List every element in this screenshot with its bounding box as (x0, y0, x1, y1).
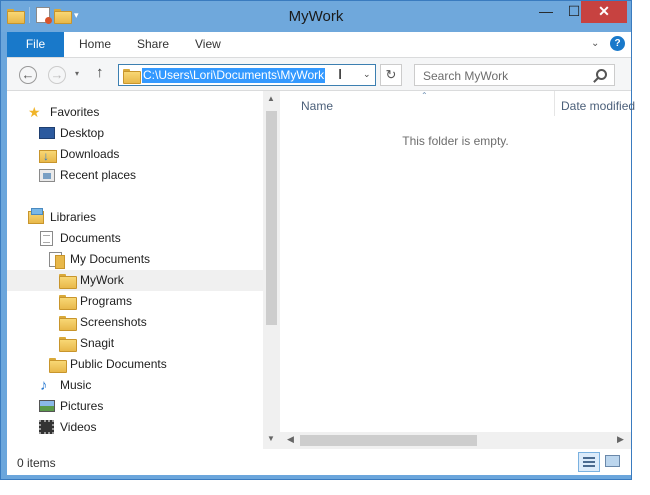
pictures-icon (39, 400, 55, 412)
sort-ascending-icon: ⌃ (421, 91, 428, 100)
folder-icon (59, 274, 77, 289)
column-header-date-modified[interactable]: Date modified (561, 99, 635, 113)
tree-item-libraries[interactable]: Libraries (7, 207, 263, 228)
tree-item-label: Public Documents (70, 357, 167, 371)
scrollbar-thumb[interactable] (300, 435, 477, 446)
minimize-button[interactable]: — (532, 1, 560, 23)
large-icons-view-button[interactable] (604, 453, 620, 469)
tab-home[interactable]: Home (79, 32, 111, 57)
recent-locations-chevron-icon[interactable]: ▾ (75, 69, 79, 78)
tree-item-music[interactable]: ♪ Music (7, 375, 263, 396)
tree-item-label: Documents (60, 231, 121, 245)
desktop-icon (39, 127, 55, 139)
tree-item-mywork[interactable]: MyWork (7, 270, 263, 291)
scrollbar-thumb[interactable] (266, 111, 277, 325)
tree-item-label: Downloads (60, 147, 120, 161)
tab-share[interactable]: Share (137, 32, 169, 57)
tree-item-label: Recent places (60, 168, 137, 182)
search-icon[interactable] (596, 69, 607, 80)
folder-icon (123, 69, 141, 84)
tree-item-label: Videos (60, 420, 97, 434)
tree-item-label: Snagit (80, 336, 115, 350)
title-bar[interactable]: ▾ MyWork — ☐ ✕ (1, 1, 631, 32)
music-icon: ♪ (40, 377, 48, 394)
search-placeholder: Search MyWork (423, 69, 509, 83)
tree-item-label: Libraries (50, 210, 97, 224)
tree-item-label: My Documents (70, 252, 151, 266)
navigation-pane: ★ Favorites Desktop Downloads Recent pla… (7, 91, 280, 449)
column-divider[interactable] (554, 91, 555, 116)
scroll-up-icon[interactable]: ▲ (267, 94, 275, 103)
address-toolbar: ← → ▾ ↑ C:\Users\Lori\Documents\MyWork I… (7, 57, 631, 91)
tab-view[interactable]: View (195, 32, 221, 57)
search-input[interactable]: Search MyWork (414, 64, 615, 86)
explorer-window: ▾ MyWork — ☐ ✕ File Home Share View ⌄ ? … (0, 0, 635, 480)
empty-folder-message: This folder is empty. (402, 134, 509, 148)
folder-icon (49, 358, 67, 373)
tree-item-documents[interactable]: Documents (7, 228, 263, 249)
folder-icon (59, 295, 77, 310)
tree-item-label: Screenshots (80, 315, 147, 329)
libraries-icon (28, 208, 44, 224)
tree-item-label: MyWork (80, 273, 124, 287)
back-button[interactable]: ← (19, 66, 37, 84)
documents-icon (40, 231, 53, 246)
column-header-name[interactable]: Name (301, 99, 333, 113)
tree-item-videos[interactable]: Videos (7, 417, 263, 438)
help-icon[interactable]: ? (610, 36, 625, 51)
address-path[interactable]: C:\Users\Lori\Documents\MyWork (142, 68, 326, 83)
content-area: ★ Favorites Desktop Downloads Recent pla… (7, 91, 635, 449)
tree-item-my-documents[interactable]: My Documents (7, 249, 263, 270)
file-list-pane: Name ⌃ Date modified This folder is empt… (280, 91, 635, 449)
tree-item-downloads[interactable]: Downloads (7, 144, 263, 167)
scroll-down-icon[interactable]: ▼ (267, 434, 275, 443)
forward-button[interactable]: → (48, 66, 66, 84)
navigation-scrollbar[interactable]: ▲ ▼ (263, 91, 280, 449)
tree-item-desktop[interactable]: Desktop (7, 123, 263, 144)
tree-item-screenshots[interactable]: Screenshots (7, 312, 263, 333)
refresh-button[interactable]: ↻ (380, 64, 402, 86)
status-bar: 0 items (7, 449, 631, 475)
tree-item-pictures[interactable]: Pictures (7, 396, 263, 417)
scroll-right-icon[interactable]: ▶ (617, 434, 624, 445)
up-button[interactable]: ↑ (96, 64, 104, 81)
tree-item-public-documents[interactable]: Public Documents (7, 354, 263, 375)
videos-icon (39, 420, 54, 434)
star-icon: ★ (28, 104, 41, 120)
close-button[interactable]: ✕ (581, 1, 627, 23)
my-documents-icon (49, 252, 65, 269)
horizontal-scrollbar[interactable]: ◀ ▶ (280, 432, 631, 449)
details-view-button[interactable] (578, 452, 600, 472)
ribbon-tabs: File Home Share View ⌄ ? (7, 32, 631, 57)
expand-ribbon-chevron-icon[interactable]: ⌄ (591, 38, 599, 49)
text-cursor-icon: I (338, 66, 343, 83)
tree-item-label: Pictures (60, 399, 104, 413)
address-bar[interactable]: C:\Users\Lori\Documents\MyWork I ⌄ (118, 64, 376, 86)
downloads-icon (39, 146, 57, 167)
folder-icon (59, 316, 77, 331)
recent-places-icon (39, 169, 55, 182)
address-history-chevron-icon[interactable]: ⌄ (363, 69, 371, 80)
tree-item-label: Desktop (60, 126, 105, 140)
tab-file[interactable]: File (7, 32, 64, 57)
folder-icon (59, 337, 77, 352)
tree-item-label: Favorites (50, 105, 100, 119)
tree-item-recent-places[interactable]: Recent places (7, 165, 263, 186)
tree-item-label: Music (60, 378, 92, 392)
tree-item-label: Programs (80, 294, 133, 308)
tree-item-snagit[interactable]: Snagit (7, 333, 263, 354)
tree-item-programs[interactable]: Programs (7, 291, 263, 312)
tree-item-favorites[interactable]: ★ Favorites (7, 102, 263, 123)
item-count: 0 items (17, 456, 56, 470)
scroll-left-icon[interactable]: ◀ (287, 434, 294, 445)
